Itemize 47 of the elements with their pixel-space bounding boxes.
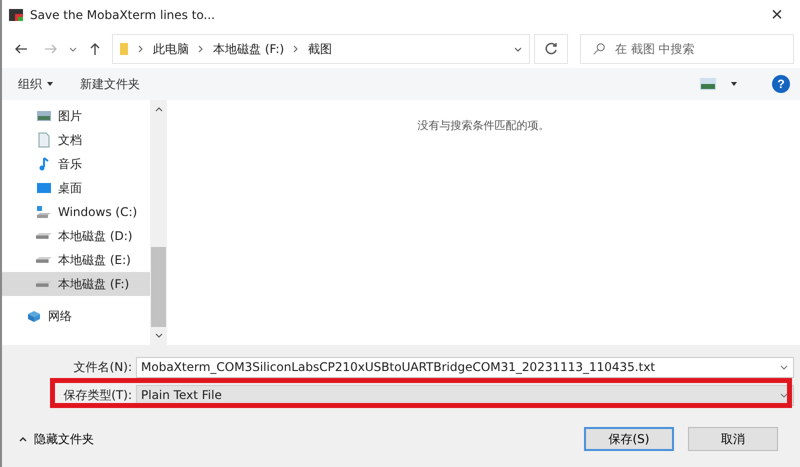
field-label: 保存类型(T):: [62, 386, 132, 404]
organize-button[interactable]: 组织: [12, 72, 60, 96]
sidebar-item[interactable]: 文档: [2, 128, 150, 152]
scrollbar[interactable]: [150, 100, 167, 345]
folder-icon: [119, 41, 129, 57]
sidebar-item[interactable]: 本地磁盘 (E:): [2, 248, 150, 272]
address-bar[interactable]: 此电脑 本地磁盘 (F:) 截图: [112, 34, 530, 64]
drive-icon: [36, 204, 52, 220]
sidebar-item[interactable]: Windows (C:): [2, 200, 150, 224]
chevron-right-icon: [292, 44, 300, 54]
save-button[interactable]: 保存(S): [584, 427, 674, 451]
scroll-down-icon[interactable]: [154, 333, 164, 339]
chevron-right-icon: [197, 44, 205, 54]
app-icon: [8, 7, 24, 23]
help-button[interactable]: ?: [772, 75, 790, 93]
new-folder-button[interactable]: 新建文件夹: [74, 72, 146, 96]
picture-icon: [36, 108, 52, 124]
sidebar-item[interactable]: 图片: [2, 104, 150, 128]
close-button[interactable]: ×: [754, 0, 800, 30]
view-icon[interactable]: [700, 78, 716, 90]
dropdown-arrow-icon: [46, 81, 54, 87]
window-title: Save the MobaXterm lines to...: [30, 8, 215, 22]
chevron-right-icon: [137, 44, 145, 54]
sidebar-item[interactable]: 网络: [2, 304, 150, 328]
breadcrumb[interactable]: 本地磁盘 (F:): [213, 40, 284, 58]
sidebar-item[interactable]: 本地磁盘 (D:): [2, 224, 150, 248]
refresh-button[interactable]: [534, 34, 568, 64]
document-icon: [36, 132, 52, 148]
field-label: 文件名(N):: [72, 358, 132, 376]
chevron-up-icon: [18, 435, 28, 443]
hide-folders-button[interactable]: 隐藏文件夹: [12, 430, 100, 448]
scroll-up-icon[interactable]: [154, 106, 164, 112]
refresh-icon: [543, 41, 559, 57]
search-icon: [592, 42, 606, 56]
filename-field[interactable]: MobaXterm_COM3SiliconLabsCP210xUSBtoUARTBridgeCOM31_20231113_110435.txt: [136, 356, 794, 378]
file-type-dropdown[interactable]: Plain Text File: [136, 384, 794, 406]
dropdown-arrow-icon[interactable]: [730, 81, 738, 87]
breadcrumb[interactable]: 截图: [308, 40, 332, 58]
search-field[interactable]: 在 截图 中搜索: [580, 34, 794, 64]
desktop-icon: [36, 180, 52, 196]
empty-message: 没有与搜索条件匹配的项。: [418, 118, 550, 133]
breadcrumb[interactable]: 此电脑: [153, 40, 189, 58]
network-icon: [26, 308, 42, 324]
sidebar-item[interactable]: 本地磁盘 (F:): [2, 272, 150, 296]
sidebar-item[interactable]: 音乐: [2, 152, 150, 176]
cancel-button[interactable]: 取消: [688, 427, 778, 451]
sidebar-item[interactable]: 桌面: [2, 176, 150, 200]
